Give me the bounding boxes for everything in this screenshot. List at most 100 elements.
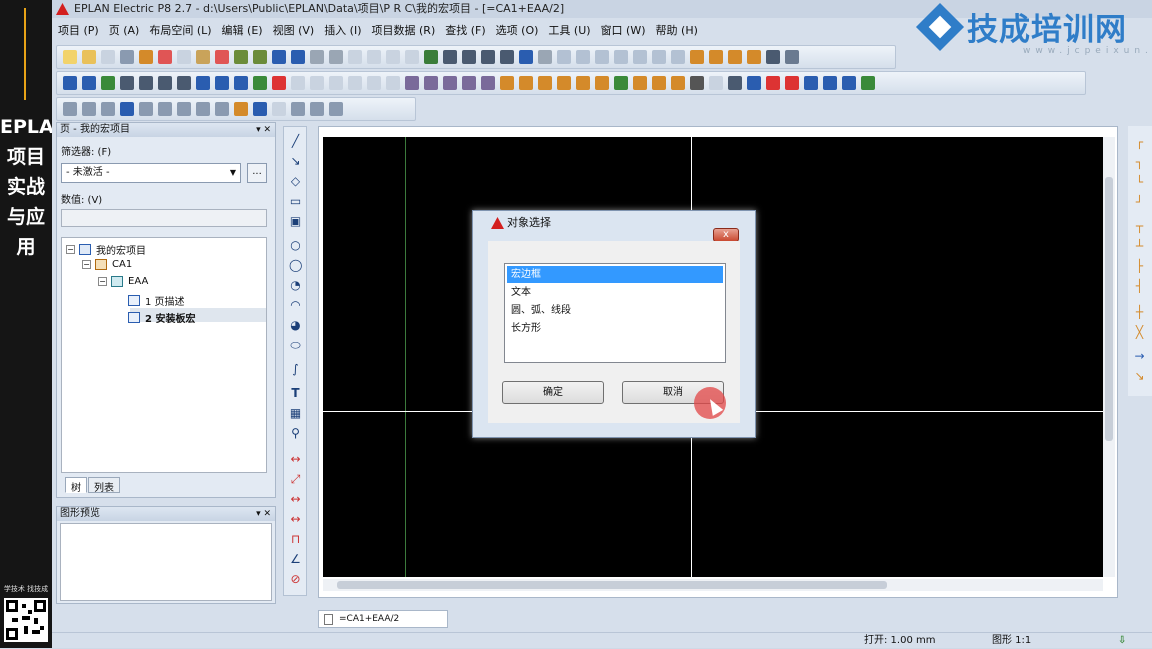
rect-center-icon[interactable]: ▣ [289, 215, 302, 228]
scroll-thumb[interactable] [337, 581, 887, 589]
ortho-icon[interactable] [671, 50, 685, 64]
layer-icon[interactable] [766, 50, 780, 64]
tree-item-page-2[interactable]: 2 安装板宏 [128, 310, 195, 325]
undo-list-icon[interactable] [291, 50, 305, 64]
part-6-icon[interactable] [595, 76, 609, 90]
plugin-icon[interactable] [101, 76, 115, 90]
doc-6-icon[interactable] [386, 76, 400, 90]
cross-ref-2-icon[interactable] [139, 76, 153, 90]
connection-14-icon[interactable] [310, 102, 324, 116]
cable-1-icon[interactable] [766, 76, 780, 90]
copy-icon[interactable] [177, 50, 191, 64]
connection-7-icon[interactable] [177, 102, 191, 116]
connection-2-icon[interactable] [82, 102, 96, 116]
corner-4-icon[interactable]: ┘ [1133, 196, 1146, 209]
connector-2-icon[interactable] [652, 76, 666, 90]
collapse-icon[interactable]: − [82, 260, 91, 269]
report-3-icon[interactable] [443, 76, 457, 90]
grid-c-icon[interactable] [595, 50, 609, 64]
doc-2-icon[interactable] [310, 76, 324, 90]
part-4-icon[interactable] [557, 76, 571, 90]
jump-2-icon[interactable]: ↘ [1133, 370, 1146, 383]
redo-icon[interactable] [310, 50, 324, 64]
arc-icon[interactable]: ◔ [289, 279, 302, 292]
dimension-4-icon[interactable]: ↔ [289, 513, 302, 526]
paste-icon[interactable] [196, 50, 210, 64]
new-icon[interactable] [63, 50, 77, 64]
ellipse-icon[interactable]: ⬭ [289, 339, 302, 352]
jumper-3-icon[interactable] [842, 76, 856, 90]
zoom-all-icon[interactable] [500, 50, 514, 64]
tree-icon[interactable] [614, 76, 628, 90]
flag-3-icon[interactable] [234, 76, 248, 90]
menu-page[interactable]: 页 (A) [109, 22, 140, 38]
view-2-icon[interactable] [367, 50, 381, 64]
filter-more-button[interactable]: ... [247, 163, 267, 183]
spline-icon[interactable]: ∫ [289, 363, 302, 376]
cut-icon[interactable] [158, 50, 172, 64]
ok-button[interactable]: 确定 [502, 381, 604, 404]
connection-11-icon[interactable] [253, 102, 267, 116]
scroll-thumb[interactable] [1105, 177, 1113, 441]
text-icon[interactable]: T [289, 387, 302, 400]
terminal-icon[interactable] [728, 76, 742, 90]
dialog-close-button[interactable]: x [713, 228, 739, 242]
menu-layout-space[interactable]: 布局空间 (L) [149, 22, 211, 38]
grid-d-icon[interactable] [614, 50, 628, 64]
dimension-3-icon[interactable]: ↔ [289, 493, 302, 506]
view-1-icon[interactable] [348, 50, 362, 64]
connection-1-icon[interactable] [63, 102, 77, 116]
doc-5-icon[interactable] [367, 76, 381, 90]
text-snap-icon[interactable] [728, 50, 742, 64]
menu-edit[interactable]: 编辑 (E) [222, 22, 263, 38]
list-item-rectangle[interactable]: 长方形 [507, 320, 723, 337]
corner-2-icon[interactable]: ┐ [1133, 156, 1146, 169]
view-3-icon[interactable] [386, 50, 400, 64]
refresh-icon[interactable] [424, 50, 438, 64]
signal-icon[interactable] [177, 76, 191, 90]
download-icon[interactable]: ⇩ [1118, 633, 1126, 649]
grid-e-icon[interactable] [633, 50, 647, 64]
report-4-icon[interactable] [462, 76, 476, 90]
list-item-macro-border[interactable]: 宏边框 [507, 266, 723, 283]
filter-page-icon[interactable] [63, 76, 77, 90]
delete-icon[interactable] [215, 50, 229, 64]
menu-options[interactable]: 选项 (O) [496, 22, 539, 38]
back-icon[interactable] [519, 50, 533, 64]
tree-item-eaa[interactable]: − EAA [98, 276, 148, 287]
dimension-2-icon[interactable]: ⤢ [289, 473, 302, 486]
part-3-icon[interactable] [538, 76, 552, 90]
flag-2-icon[interactable] [215, 76, 229, 90]
cross-ref-3-icon[interactable] [158, 76, 172, 90]
cross-2-icon[interactable]: ╳ [1133, 326, 1146, 339]
connect-icon[interactable] [709, 50, 723, 64]
rectangle-icon[interactable]: ▭ [289, 195, 302, 208]
redo-list-icon[interactable] [329, 50, 343, 64]
tree-item-ca1[interactable]: − CA1 [82, 259, 132, 270]
radius-dimension-icon[interactable]: ⊘ [289, 573, 302, 586]
object-snap-icon[interactable] [690, 50, 704, 64]
zoom-out-icon[interactable] [481, 50, 495, 64]
part-5-icon[interactable] [576, 76, 590, 90]
menu-find[interactable]: 查找 (F) [445, 22, 485, 38]
tree-item-page-1[interactable]: 1 页描述 [128, 293, 185, 308]
zoom-in-icon[interactable] [462, 50, 476, 64]
part-2-icon[interactable] [519, 76, 533, 90]
cross-ref-1-icon[interactable] [120, 76, 134, 90]
settings-icon[interactable] [139, 50, 153, 64]
collapse-icon[interactable]: − [66, 245, 75, 254]
zoom-window-icon[interactable] [443, 50, 457, 64]
grid-a-icon[interactable] [557, 50, 571, 64]
doc-3-icon[interactable] [329, 76, 343, 90]
page-tab[interactable]: =CA1+EAA/2 [318, 610, 448, 628]
menu-insert[interactable]: 插入 (I) [324, 22, 361, 38]
arc-3pt-icon[interactable]: ◠ [289, 299, 302, 312]
menu-tools[interactable]: 工具 (U) [548, 22, 590, 38]
menu-view[interactable]: 视图 (V) [273, 22, 315, 38]
connection-6-icon[interactable] [158, 102, 172, 116]
tee-1-icon[interactable]: ┬ [1133, 220, 1146, 233]
connection-9-icon[interactable] [215, 102, 229, 116]
connection-10-icon[interactable] [234, 102, 248, 116]
view-4-icon[interactable] [405, 50, 419, 64]
forward-icon[interactable] [538, 50, 552, 64]
